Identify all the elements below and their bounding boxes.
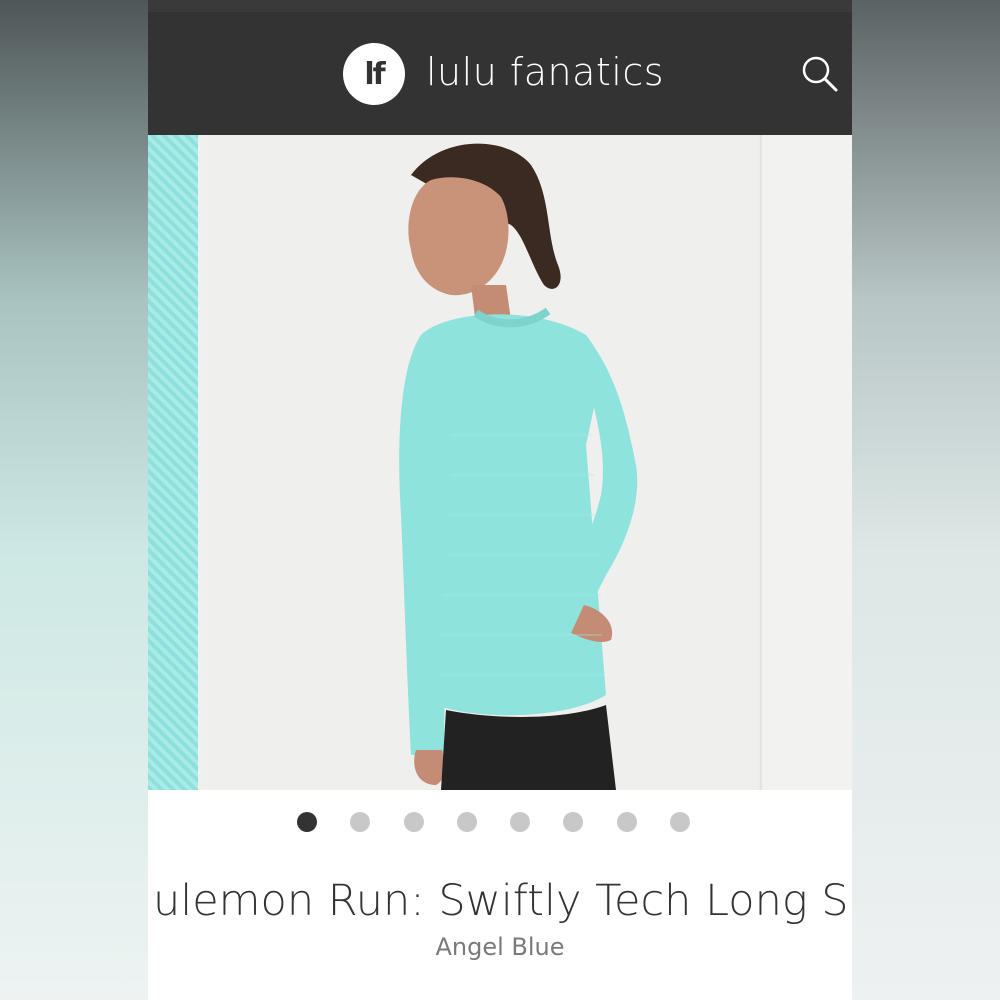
phone-screen: lf lulu fanatics ulemon Run: Swiftly Tec…	[148, 0, 852, 1000]
carousel-dot-2[interactable]	[350, 812, 370, 832]
product-title: ulemon Run: Swiftly Tech Long Slee	[148, 876, 852, 932]
carousel-dot-8[interactable]	[670, 812, 690, 832]
product-color: Angel Blue	[435, 933, 565, 961]
status-bar	[148, 0, 852, 12]
brand-name[interactable]: lulu fanatics	[426, 50, 664, 94]
carousel-dot-7[interactable]	[617, 812, 637, 832]
carousel-current-slide[interactable]	[206, 135, 758, 790]
carousel-dot-5[interactable]	[510, 812, 530, 832]
background-left-blur	[0, 0, 148, 1000]
carousel-next-slide[interactable]	[760, 135, 852, 790]
product-photo	[206, 135, 758, 790]
lf-logo-icon[interactable]: lf	[343, 43, 405, 105]
carousel-dot-3[interactable]	[404, 812, 424, 832]
search-icon[interactable]	[798, 52, 842, 96]
sleeve-closeup-image	[148, 135, 198, 790]
app-header: lf lulu fanatics	[148, 12, 852, 135]
product-image-carousel[interactable]	[148, 135, 852, 790]
product-title-text: ulemon Run: Swiftly Tech Long Slee	[153, 876, 852, 926]
carousel-previous-slide[interactable]	[148, 135, 206, 790]
carousel-pagination	[148, 812, 852, 836]
carousel-dot-4[interactable]	[457, 812, 477, 832]
background-right-blur	[852, 0, 1000, 1000]
carousel-dot-6[interactable]	[563, 812, 583, 832]
carousel-dot-1[interactable]	[297, 812, 317, 832]
logo-text: lf	[364, 56, 385, 92]
